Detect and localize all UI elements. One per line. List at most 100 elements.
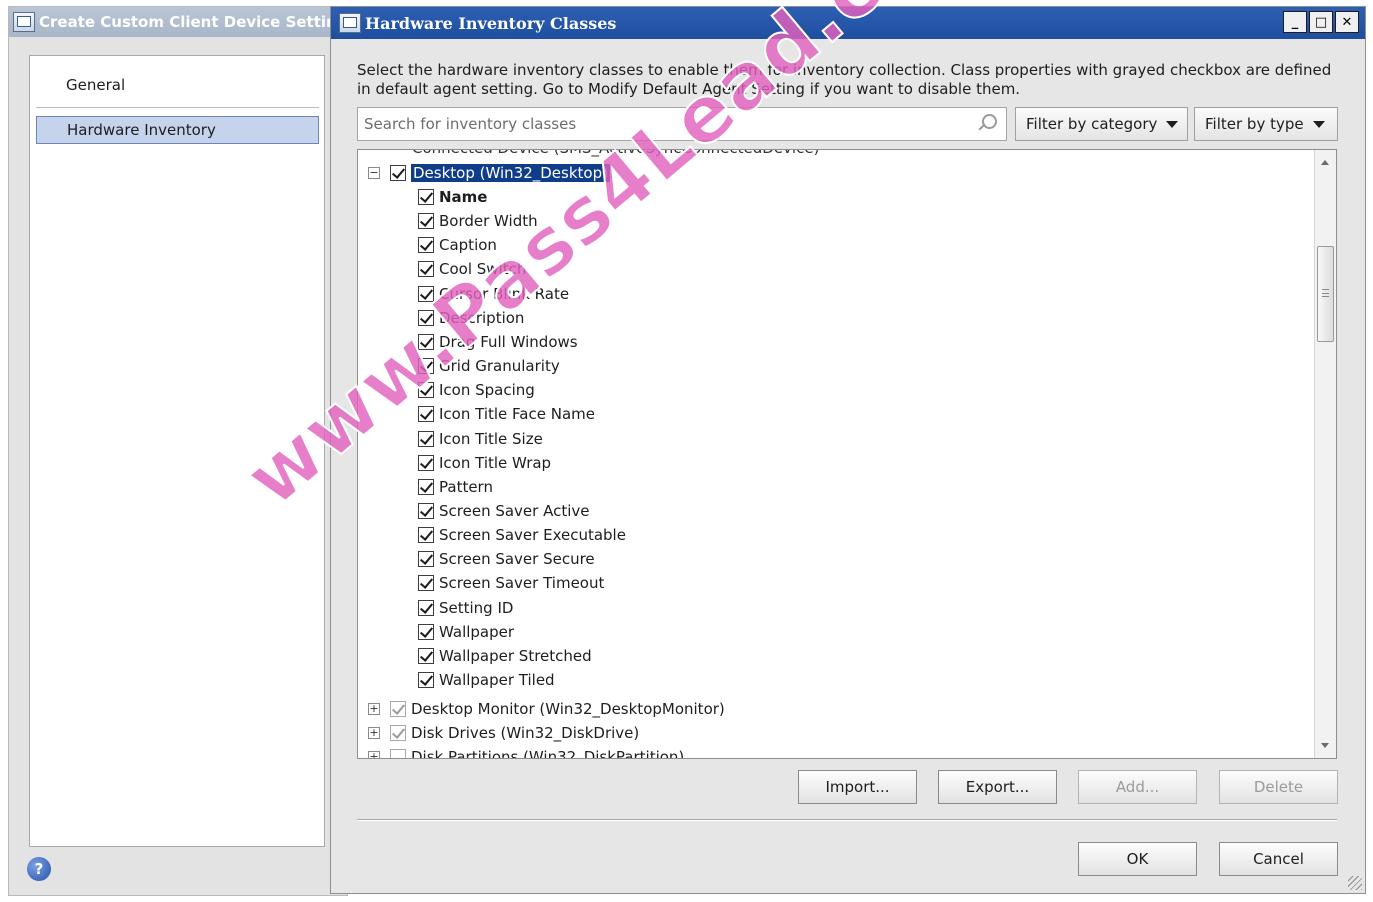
property-checkbox[interactable] — [418, 334, 434, 350]
inventory-class-tree[interactable]: Connected Device (SMS_ActiveSyncConnecte… — [357, 149, 1337, 759]
property-row[interactable]: Setting ID — [418, 596, 513, 620]
class-checkbox[interactable] — [390, 701, 406, 717]
nav-item-general[interactable]: General — [36, 71, 319, 99]
property-checkbox[interactable] — [418, 527, 434, 543]
property-row[interactable]: Wallpaper Tiled — [418, 668, 555, 692]
export-button[interactable]: Export... — [938, 770, 1057, 804]
cancel-button[interactable]: Cancel — [1219, 842, 1338, 876]
background-dialog-title: Create Custom Client Device Settin — [39, 13, 337, 31]
settings-window-icon — [13, 12, 35, 32]
class-checkbox[interactable] — [390, 725, 406, 741]
filter-by-category-button[interactable]: Filter by category — [1015, 107, 1188, 141]
dialog-titlebar[interactable]: Hardware Inventory Classes _ □ ✕ — [331, 7, 1365, 39]
property-checkbox[interactable] — [418, 237, 434, 253]
property-row[interactable]: Cursor Blink Rate — [418, 282, 569, 306]
property-checkbox[interactable] — [418, 624, 434, 640]
search-placeholder: Search for inventory classes — [364, 115, 577, 133]
property-label: Wallpaper Stretched — [439, 647, 592, 665]
property-row[interactable]: Caption — [418, 233, 497, 257]
property-checkbox[interactable] — [418, 648, 434, 664]
tree-row-disk-partitions[interactable]: Disk Partitions (Win32_DiskPartition) — [390, 745, 684, 758]
expand-icon[interactable]: + — [368, 703, 380, 715]
property-label: Screen Saver Secure — [439, 550, 595, 568]
property-label: Border Width — [439, 212, 538, 230]
property-checkbox[interactable] — [418, 382, 434, 398]
property-row[interactable]: Icon Title Size — [418, 427, 543, 451]
property-row[interactable]: Icon Spacing — [418, 378, 535, 402]
minimize-button[interactable]: _ — [1283, 11, 1307, 33]
property-checkbox[interactable] — [418, 479, 434, 495]
tree-scrollbar[interactable] — [1314, 150, 1336, 758]
property-row[interactable]: Name — [418, 185, 487, 209]
property-checkbox[interactable] — [418, 431, 434, 447]
property-row[interactable]: Border Width — [418, 209, 538, 233]
import-button[interactable]: Import... — [798, 770, 917, 804]
resize-grip-icon[interactable] — [1348, 876, 1362, 890]
property-checkbox[interactable] — [418, 213, 434, 229]
property-row[interactable]: Screen Saver Secure — [418, 547, 595, 571]
scroll-up-icon[interactable] — [1321, 160, 1329, 165]
property-row[interactable]: Drag Full Windows — [418, 330, 578, 354]
property-row[interactable]: Cool Switch — [418, 257, 526, 281]
add-button[interactable]: Add... — [1078, 770, 1197, 804]
property-label: Icon Title Size — [439, 430, 543, 448]
class-checkbox[interactable] — [390, 749, 406, 758]
property-checkbox[interactable] — [418, 575, 434, 591]
property-row[interactable]: Screen Saver Executable — [418, 523, 626, 547]
property-label: Wallpaper — [439, 623, 515, 641]
property-row[interactable]: Screen Saver Timeout — [418, 571, 604, 595]
property-row[interactable]: Screen Saver Active — [418, 499, 590, 523]
property-checkbox[interactable] — [418, 455, 434, 471]
tree-row-desktop[interactable]: Desktop (Win32_Desktop) — [390, 161, 610, 185]
property-label: Cool Switch — [439, 260, 527, 278]
property-checkbox[interactable] — [418, 672, 434, 688]
property-row[interactable]: Icon Title Face Name — [418, 402, 595, 426]
settings-nav-panel: General Hardware Inventory — [29, 55, 325, 847]
property-label: Description — [439, 309, 525, 327]
property-checkbox[interactable] — [418, 406, 434, 422]
scrollbar-thumb[interactable] — [1317, 246, 1334, 342]
filter-by-type-label: Filter by type — [1205, 115, 1304, 133]
nav-item-hardware-inventory[interactable]: Hardware Inventory — [36, 116, 319, 144]
dialog-description: Select the hardware inventory classes to… — [357, 61, 1332, 98]
search-input[interactable]: Search for inventory classes — [357, 107, 1007, 141]
tree-row-disk-drives[interactable]: Disk Drives (Win32_DiskDrive) — [390, 721, 639, 745]
class-checkbox[interactable] — [390, 165, 406, 181]
tree-class-label: Desktop (Win32_Desktop) — [411, 164, 610, 182]
search-icon[interactable] — [976, 114, 997, 136]
property-row[interactable]: Description — [418, 306, 524, 330]
hardware-inventory-classes-dialog: Hardware Inventory Classes _ □ ✕ Select … — [330, 6, 1366, 894]
property-checkbox[interactable] — [418, 286, 434, 302]
collapse-icon[interactable]: − — [368, 167, 380, 179]
property-row[interactable]: Pattern — [418, 475, 493, 499]
property-checkbox[interactable] — [418, 551, 434, 567]
delete-button[interactable]: Delete — [1219, 770, 1338, 804]
tree-row-desktop-monitor[interactable]: Desktop Monitor (Win32_DesktopMonitor) — [390, 697, 725, 721]
expand-icon[interactable]: + — [368, 751, 380, 758]
property-label: Pattern — [439, 478, 493, 496]
scroll-down-icon[interactable] — [1321, 743, 1329, 748]
property-checkbox[interactable] — [418, 310, 434, 326]
property-label: Icon Title Face Name — [439, 405, 595, 423]
property-row[interactable]: Grid Granularity — [418, 354, 560, 378]
property-label: Wallpaper Tiled — [439, 671, 555, 689]
property-checkbox[interactable] — [418, 358, 434, 374]
property-checkbox[interactable] — [418, 503, 434, 519]
property-checkbox[interactable] — [418, 189, 434, 205]
filter-by-type-button[interactable]: Filter by type — [1194, 107, 1338, 141]
property-checkbox[interactable] — [418, 600, 434, 616]
background-dialog-titlebar[interactable]: Create Custom Client Device Settin — [9, 7, 347, 37]
property-label: Grid Granularity — [439, 357, 560, 375]
property-label: Drag Full Windows — [439, 333, 578, 351]
help-icon[interactable]: ? — [27, 857, 51, 881]
property-label: Screen Saver Executable — [439, 526, 626, 544]
close-button[interactable]: ✕ — [1335, 11, 1359, 33]
property-row[interactable]: Icon Title Wrap — [418, 451, 551, 475]
maximize-button[interactable]: □ — [1309, 11, 1333, 33]
tree-row-connected-device[interactable]: Connected Device (SMS_ActiveSyncConnecte… — [412, 150, 819, 160]
ok-button[interactable]: OK — [1078, 842, 1197, 876]
property-row[interactable]: Wallpaper — [418, 620, 514, 644]
property-checkbox[interactable] — [418, 261, 434, 277]
property-row[interactable]: Wallpaper Stretched — [418, 644, 592, 668]
expand-icon[interactable]: + — [368, 727, 380, 739]
